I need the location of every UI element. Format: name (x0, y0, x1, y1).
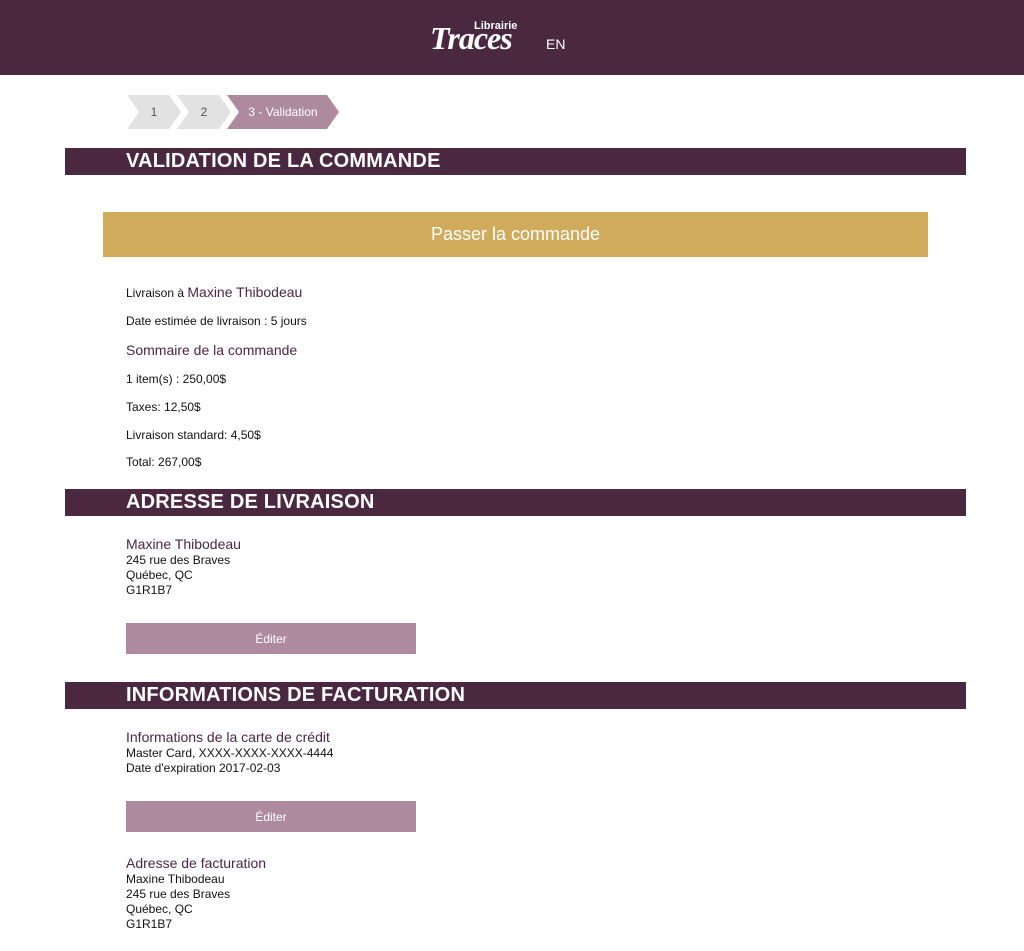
billing-address-city: Québec, QC (126, 902, 193, 916)
order-total: Total: 267,00$ (126, 455, 202, 469)
shipping-title: ADRESSE DE LIVRAISON (126, 491, 375, 513)
logo-title: Traces (430, 20, 513, 56)
shipping-postal: G1R1B7 (126, 583, 173, 597)
delivery-prefix: Livraison à (126, 286, 185, 300)
billing-address-postal: G1R1B7 (126, 917, 173, 931)
credit-card-expiry: Date d'expiration 2017-02-03 (126, 761, 281, 775)
shipping-name: Maxine Thibodeau (126, 536, 241, 552)
billing-title: INFORMATIONS DE FACTURATION (126, 684, 466, 706)
shipping-cost-line: Livraison standard: 4,50$ (126, 428, 261, 442)
edit-billing-button[interactable]: Éditer (126, 801, 416, 832)
taxes-line: Taxes: 12,50$ (126, 400, 201, 414)
step-2[interactable]: 2 (177, 95, 231, 129)
billing-address-name: Maxine Thibodeau (126, 872, 225, 886)
language-switch-link[interactable]: EN (546, 36, 565, 52)
step-1-label: 1 (150, 105, 158, 119)
validation-section-header: VALIDATION DE LA COMMANDE (65, 148, 966, 175)
shipping-city: Québec, QC (126, 568, 193, 582)
credit-card-title: Informations de la carte de crédit (126, 729, 330, 745)
shipping-address-block: Maxine Thibodeau 245 rue des Braves Québ… (126, 536, 241, 598)
step-3-validation[interactable]: 3 - Validation (227, 95, 339, 129)
order-summary-title: Sommaire de la commande (126, 342, 298, 358)
billing-address-street: 245 rue des Braves (126, 887, 231, 901)
edit-shipping-button[interactable]: Éditer (126, 623, 416, 654)
billing-section-header: INFORMATIONS DE FACTURATION (65, 682, 966, 709)
credit-card-number: Master Card, XXXX-XXXX-XXXX-4444 (126, 746, 334, 760)
step-3-label: 3 - Validation (248, 105, 318, 119)
items-subtotal: 1 item(s) : 250,00$ (126, 372, 227, 386)
checkout-steps: 1 2 3 - Validation (127, 95, 347, 129)
estimated-delivery: Date estimée de livraison : 5 jours (126, 314, 307, 328)
step-1[interactable]: 1 (127, 95, 181, 129)
delivery-to-line: Livraison à Maxine Thibodeau (126, 284, 302, 300)
site-logo[interactable]: Librairie Traces (430, 14, 517, 56)
step-2-label: 2 (200, 105, 208, 119)
billing-address-title: Adresse de facturation (126, 855, 267, 871)
delivery-name: Maxine Thibodeau (187, 284, 303, 300)
shipping-section-header: ADRESSE DE LIVRAISON (65, 489, 966, 516)
billing-address-block: Adresse de facturation Maxine Thibodeau … (126, 855, 266, 932)
validation-title: VALIDATION DE LA COMMANDE (126, 150, 441, 172)
site-header: Librairie Traces EN (0, 0, 1024, 75)
credit-card-block: Informations de la carte de crédit Maste… (126, 729, 333, 776)
place-order-button[interactable]: Passer la commande (103, 212, 928, 257)
shipping-street: 245 rue des Braves (126, 553, 231, 567)
